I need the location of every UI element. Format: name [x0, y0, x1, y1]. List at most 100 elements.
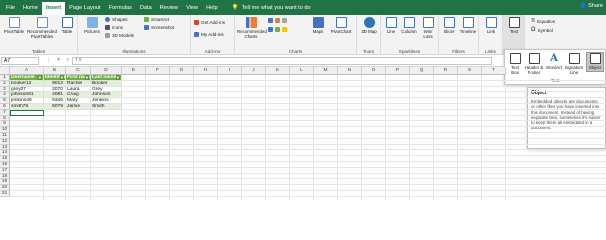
group-sparklines: Line Column Win/ Loss Sparklines	[381, 15, 439, 55]
gridline	[10, 178, 606, 180]
tab-home[interactable]: Home	[19, 2, 42, 15]
group-tables: PivotTable Recommended PivotTables Table…	[0, 15, 78, 55]
column-header-a[interactable]: A	[10, 67, 44, 75]
screenshot-icon	[144, 25, 149, 30]
picture-icon	[86, 17, 98, 28]
tell-me-box[interactable]: 💡 Tell me what you want to do	[232, 2, 311, 15]
tell-me-label: Tell me what you want to do	[241, 5, 311, 11]
row-header-21[interactable]: 21	[0, 191, 10, 197]
filter-dropdown-icon[interactable]: ▾	[59, 75, 64, 80]
pictures-button[interactable]: Pictures	[81, 17, 103, 34]
column-header-p[interactable]: P	[386, 67, 410, 75]
tab-formulas[interactable]: Formulas	[105, 2, 136, 15]
group-tours: 3D Map Tours	[357, 15, 381, 55]
pi-icon: π	[531, 18, 536, 24]
tab-data[interactable]: Data	[136, 2, 156, 15]
tab-review[interactable]: Review	[156, 2, 182, 15]
column-header-k[interactable]: K	[266, 67, 290, 75]
column-header-q[interactable]: Q	[410, 67, 434, 75]
my-addins-button[interactable]: My Add-ins	[194, 32, 224, 37]
group-label-links: Links	[485, 49, 496, 54]
sparkline-column-button[interactable]: Column	[400, 17, 418, 34]
gridline	[505, 75, 506, 200]
table-cell[interactable]: 5079	[44, 104, 66, 110]
column-header-j[interactable]: J	[242, 67, 266, 75]
gridline	[10, 143, 606, 145]
column-header-e[interactable]: E	[122, 67, 146, 75]
group-addins: Get Add-ins My Add-ins Add-ins	[191, 15, 235, 55]
group-links: Link Links	[479, 15, 503, 55]
smartart-icon	[144, 17, 149, 22]
omega-icon: Ω	[531, 27, 536, 33]
share-button[interactable]: 👤 Share	[580, 3, 603, 9]
group-illustrations: Pictures Shapes Icons 3D Models SmartArt…	[78, 15, 191, 55]
name-box[interactable]: A7	[1, 57, 39, 65]
gridline	[169, 75, 170, 200]
column-header-n[interactable]: N	[338, 67, 362, 75]
signature-line-icon	[568, 53, 580, 64]
filter-dropdown-icon[interactable]: ▾	[115, 75, 120, 80]
screenshot-button[interactable]: Screenshot	[144, 25, 174, 30]
equation-button[interactable]: π Equation	[531, 18, 555, 24]
gridline	[481, 75, 482, 200]
timeline-button[interactable]: Timeline	[458, 17, 478, 34]
3d-models-button[interactable]: 3D Models	[105, 33, 134, 38]
select-all-corner[interactable]	[0, 67, 10, 75]
table-cell[interactable]: Jamie	[66, 104, 91, 110]
shapes-button[interactable]: Shapes	[105, 17, 128, 22]
pivotchart-button[interactable]: PivotChart	[327, 17, 355, 34]
tab-page-layout[interactable]: Page Layout	[65, 2, 104, 15]
get-addins-button[interactable]: Get Add-ins	[194, 20, 225, 25]
tab-insert[interactable]: Insert	[41, 2, 66, 15]
header-footer-button[interactable]: Header & Footer	[524, 53, 544, 75]
column-header-h[interactable]: H	[194, 67, 218, 75]
object-button[interactable]: Object	[586, 52, 604, 72]
column-header-b[interactable]: B	[44, 67, 66, 75]
filter-dropdown-icon[interactable]: ▾	[37, 75, 42, 80]
recommended-pivottables-button[interactable]: Recommended PivotTables	[26, 17, 58, 39]
column-header-g[interactable]: G	[170, 67, 194, 75]
sparkline-winloss-button[interactable]: Win/ Loss	[419, 17, 437, 39]
tab-file[interactable]: File	[2, 2, 19, 15]
active-cell-a7[interactable]	[10, 109, 44, 116]
column-header-l[interactable]: L	[290, 67, 314, 75]
recommended-pivot-icon	[36, 17, 48, 28]
symbol-button[interactable]: Ω Symbol	[531, 27, 553, 33]
gridline	[385, 75, 386, 200]
tab-view[interactable]: View	[182, 2, 202, 15]
text-box-button[interactable]: Text Box	[508, 53, 522, 75]
wordart-button[interactable]: A WordArt	[546, 53, 562, 70]
column-chart-button[interactable]	[268, 18, 287, 23]
filter-dropdown-icon[interactable]: ▾	[84, 75, 89, 80]
tab-help[interactable]: Help	[202, 2, 222, 15]
text-button[interactable]: Text	[505, 17, 523, 34]
pivottable-button[interactable]: PivotTable	[2, 17, 26, 34]
recommended-charts-button[interactable]: Recommended Charts	[237, 17, 267, 39]
column-header-d[interactable]: D	[91, 67, 122, 75]
lightbulb-icon: 💡	[231, 5, 239, 11]
column-header-t[interactable]: T	[482, 67, 506, 75]
column-header-i[interactable]: I	[218, 67, 242, 75]
icons-button[interactable]: Icons	[105, 25, 123, 30]
formula-input[interactable]	[72, 57, 492, 65]
table-button[interactable]: Table	[58, 17, 76, 34]
column-header-m[interactable]: M	[314, 67, 338, 75]
table-cell[interactable]: Smith	[91, 104, 122, 110]
column-header-f[interactable]: F	[146, 67, 170, 75]
signature-line-button[interactable]: Signature Line	[564, 53, 584, 75]
column-header-o[interactable]: O	[362, 67, 386, 75]
shapes-icon	[105, 17, 110, 22]
column-header-r[interactable]: R	[434, 67, 458, 75]
column-header-c[interactable]: C	[66, 67, 91, 75]
3d-map-button[interactable]: 3D Map	[359, 17, 379, 34]
gridline	[10, 120, 606, 122]
link-button[interactable]: Link	[481, 17, 501, 34]
sparkline-line-button[interactable]: Line	[383, 17, 399, 34]
smartart-button[interactable]: SmartArt	[144, 17, 169, 22]
slicer-button[interactable]: Slicer	[441, 17, 457, 34]
maps-button[interactable]: Maps	[311, 17, 325, 34]
column-header-s[interactable]: S	[458, 67, 482, 75]
gridline	[10, 166, 606, 168]
bar-chart-button[interactable]	[268, 27, 287, 32]
column-sparkline-icon	[403, 17, 415, 28]
